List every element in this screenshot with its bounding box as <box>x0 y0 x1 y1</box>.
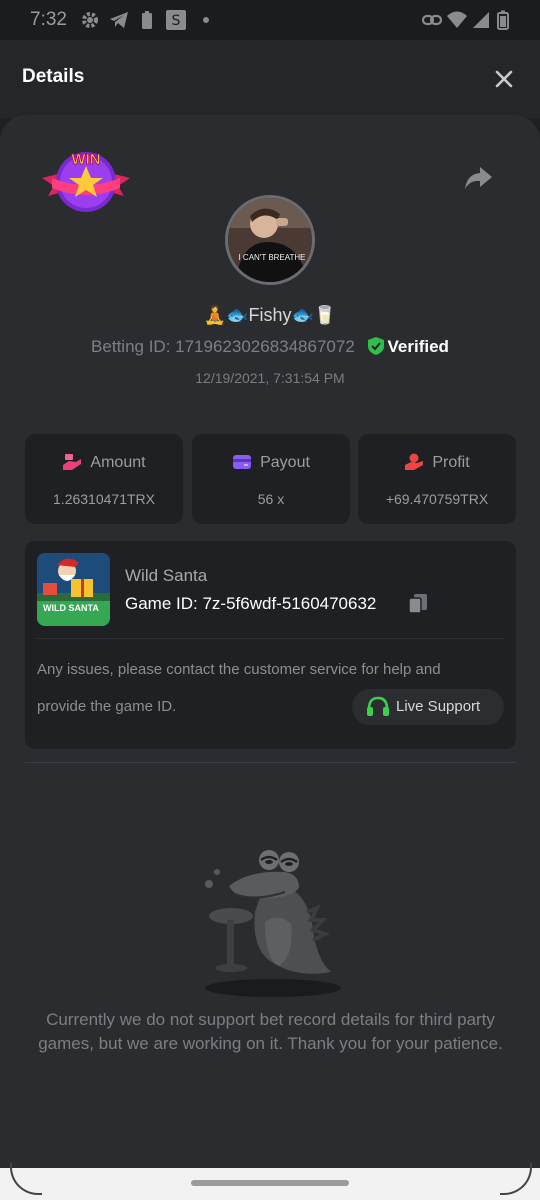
win-badge-icon: WIN <box>42 151 130 212</box>
screen: 7:32 S Details WIN I CAN'T BREATHE 🧘🐟Fis… <box>0 0 540 1168</box>
dot-icon <box>203 17 209 23</box>
third-party-notice: Currently we do not support bet record d… <box>38 1010 503 1053</box>
battery-saver-icon <box>142 11 152 29</box>
signal-icon <box>473 12 489 28</box>
share-icon[interactable] <box>462 164 494 192</box>
status-time: 7:32 <box>30 9 67 30</box>
support-message-line1: Any issues, please contact the customer … <box>37 661 441 678</box>
stat-profit-label: Profit <box>432 454 470 471</box>
game-name: Wild Santa <box>125 566 208 585</box>
close-icon[interactable] <box>490 65 518 93</box>
shield-check-icon <box>367 337 384 355</box>
stat-profit: Profit +69.470759TRX <box>358 434 516 524</box>
battery-icon <box>497 10 509 30</box>
modal-header: Details <box>0 40 540 118</box>
stat-amount-value: 1.26310471TRX <box>53 491 155 507</box>
betting-id-row: Betting ID: 1719623026834867072 Verified <box>0 337 540 357</box>
game-id: Game ID: 7z-5f6wdf-5160470632 <box>125 594 377 613</box>
wifi-icon <box>447 11 467 28</box>
page-title: Details <box>22 66 85 87</box>
avatar-photo-image: I CAN'T BREATHE <box>228 198 312 282</box>
game-thumbnail-text: WILD SANTA <box>43 603 99 613</box>
status-bar: 7:32 S <box>0 0 540 40</box>
gear-icon <box>82 12 98 28</box>
stat-payout: Payout 56 x <box>192 434 350 524</box>
support-message-line2: provide the game ID. <box>37 698 177 715</box>
stat-profit-value: +69.470759TRX <box>385 491 489 507</box>
win-badge-text: WIN <box>71 151 100 168</box>
verified-label: Verified <box>387 337 449 356</box>
stat-payout-label: Payout <box>260 454 310 471</box>
stat-payout-value: 56 x <box>257 491 285 507</box>
crocodile-illustration <box>205 850 341 997</box>
stat-amount: Amount 1.26310471TRX <box>25 434 183 524</box>
live-support-button[interactable]: Live Support <box>352 689 504 725</box>
game-card: WILD SANTA Wild Santa Game ID: 7z-5f6wdf… <box>25 541 516 749</box>
copy-icon[interactable] <box>407 592 429 614</box>
svg-text:S: S <box>172 13 181 29</box>
divider <box>25 762 516 763</box>
s-app-icon: S <box>166 10 186 30</box>
stat-amount-label: Amount <box>90 454 146 471</box>
avatar: I CAN'T BREATHE <box>225 195 315 285</box>
live-support-label: Live Support <box>396 698 481 715</box>
betting-id: Betting ID: 1719623026834867072 <box>91 337 355 356</box>
game-thumbnail-image[interactable]: WILD SANTA <box>37 553 110 626</box>
bet-datetime: 12/19/2021, 7:31:54 PM <box>195 370 345 386</box>
wallet-icon <box>233 455 252 469</box>
headset-icon <box>367 696 389 716</box>
avatar-shirt-text: I CAN'T BREATHE <box>238 253 305 262</box>
bet-hand-icon <box>63 454 82 470</box>
divider <box>37 638 504 639</box>
money-hand-icon <box>405 453 424 470</box>
link-icon <box>422 14 442 26</box>
home-gesture-bar[interactable] <box>191 1180 349 1186</box>
username: 🧘🐟Fishy🐟🥛 <box>203 305 337 325</box>
telegram-icon <box>110 12 128 28</box>
